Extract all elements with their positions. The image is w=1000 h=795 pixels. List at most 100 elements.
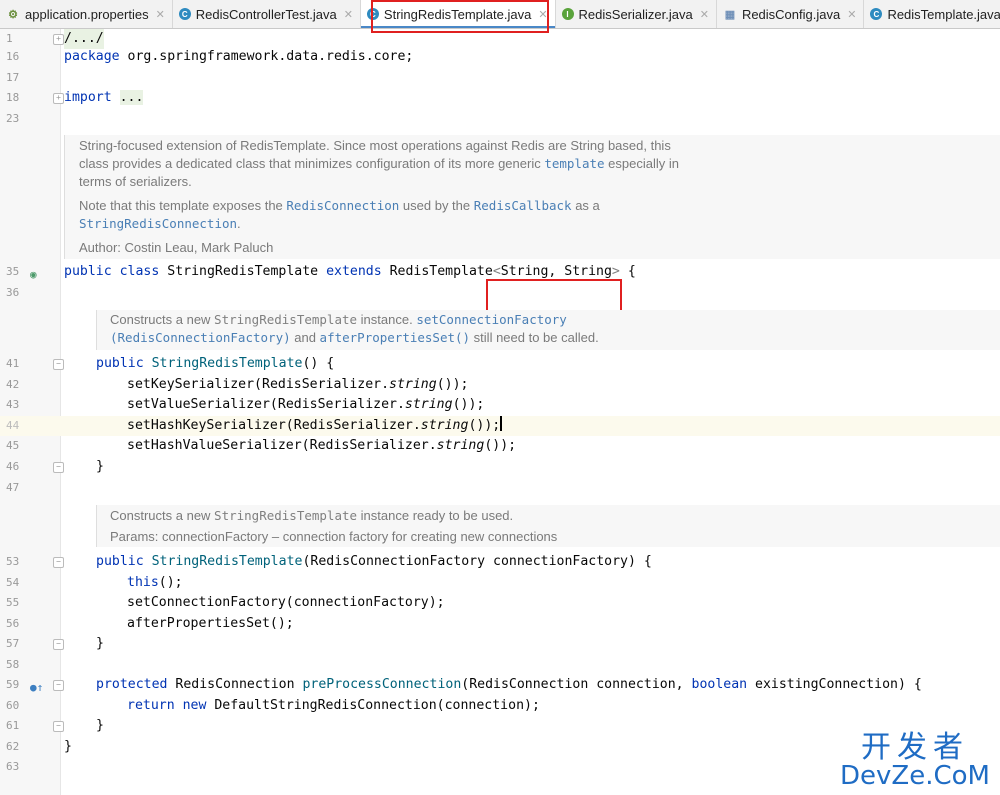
fold-toggle-icon[interactable]: − <box>53 359 64 370</box>
tab-redisconfig[interactable]: ▦ RedisConfig.java ✕ <box>717 0 865 28</box>
code-line: 47 <box>0 478 1000 498</box>
line-number: 17 <box>6 71 20 84</box>
code-line: 43 setValueSerializer(RedisSerializer.st… <box>0 395 1000 415</box>
code-text: package org.springframework.data.redis.c… <box>64 49 414 64</box>
line-number: 59 <box>6 678 20 691</box>
fold-toggle-icon[interactable]: − <box>53 639 64 650</box>
code-line: 53 − public StringRedisTemplate(RedisCon… <box>0 552 1000 572</box>
config-file-icon: ▦ <box>724 8 736 21</box>
code-line: 18 + import ... <box>0 88 1000 108</box>
close-icon[interactable]: ✕ <box>344 8 353 21</box>
fold-toggle-icon[interactable]: + <box>53 93 64 104</box>
code-line: 57 − } <box>0 634 1000 654</box>
code-line: 59 ●↑ − protected RedisConnection prePro… <box>0 675 1000 695</box>
doc-text: Constructs a new StringRedisTemplate ins… <box>110 508 514 523</box>
implementation-icon[interactable]: ◉ <box>30 265 37 285</box>
line-number: 44 <box>6 419 20 432</box>
doc-link[interactable]: template <box>544 156 604 171</box>
folded-region[interactable]: ... <box>119 90 144 105</box>
line-number: 55 <box>6 596 20 609</box>
fold-toggle-icon[interactable]: − <box>53 462 64 473</box>
doc-text: class provides a dedicated class that mi… <box>79 156 679 171</box>
code-text: } <box>96 636 104 651</box>
doc-text: StringRedisConnection. <box>79 216 241 231</box>
line-number: 45 <box>6 439 20 452</box>
doc-params: Params: connectionFactory – connection f… <box>110 529 558 544</box>
code-line: 60 return new DefaultStringRedisConnecti… <box>0 696 1000 716</box>
line-number: 36 <box>6 286 20 299</box>
code-line: 55 setConnectionFactory(connectionFactor… <box>0 593 1000 613</box>
tab-redisserializer[interactable]: I RedisSerializer.java ✕ <box>556 0 717 28</box>
code-editor[interactable]: 1 + /.../ 16 package org.springframework… <box>0 29 1000 795</box>
line-number: 35 <box>6 265 20 278</box>
tab-label: RedisControllerTest.java <box>195 6 337 22</box>
code-line: 23 <box>0 109 1000 129</box>
code-text: this(); <box>127 575 183 590</box>
fold-toggle-icon[interactable]: − <box>53 721 64 732</box>
code-line: 1 + /.../ <box>0 29 1000 49</box>
line-number: 53 <box>6 555 20 568</box>
tab-label: RedisTemplate.java <box>887 6 1000 22</box>
override-icon[interactable]: ●↑ <box>30 678 43 698</box>
line-number: 63 <box>6 760 20 773</box>
doc-text: (RedisConnectionFactory) and afterProper… <box>110 330 599 345</box>
fold-toggle-icon[interactable]: + <box>53 34 64 45</box>
line-number: 23 <box>6 112 20 125</box>
doc-link[interactable]: afterPropertiesSet() <box>320 330 471 345</box>
code-text: setHashKeySerializer(RedisSerializer.str… <box>127 416 503 433</box>
code-line: 36 <box>0 283 1000 303</box>
close-icon[interactable]: ✕ <box>156 8 165 21</box>
doc-text: Constructs a new StringRedisTemplate ins… <box>110 312 567 327</box>
doc-text: String-focused extension of RedisTemplat… <box>79 138 671 153</box>
code-text: return new DefaultStringRedisConnection(… <box>127 698 540 713</box>
code-line: 41 − public StringRedisTemplate() { <box>0 354 1000 374</box>
doc-link[interactable]: StringRedisConnection <box>79 216 237 231</box>
code-text: public StringRedisTemplate() { <box>96 356 335 371</box>
line-number: 57 <box>6 637 20 650</box>
fold-toggle-icon[interactable]: − <box>53 680 64 691</box>
line-number: 41 <box>6 357 20 370</box>
tab-application-properties[interactable]: ⚙ application.properties ✕ <box>0 0 173 28</box>
code-line: 54 this(); <box>0 573 1000 593</box>
code-text: } <box>96 459 104 474</box>
tab-label: RedisSerializer.java <box>578 6 693 22</box>
code-line: 56 afterPropertiesSet(); <box>0 614 1000 634</box>
tab-rediscontrollertest[interactable]: C RedisControllerTest.java ✕ <box>173 0 361 28</box>
code-text: setHashValueSerializer(RedisSerializer.s… <box>127 438 517 453</box>
interface-icon: I <box>561 8 574 20</box>
doc-text: terms of serializers. <box>79 174 192 189</box>
javadoc-constructor: Constructs a new StringRedisTemplate ins… <box>96 505 1000 547</box>
code-text: import ... <box>64 90 144 105</box>
code-text: protected RedisConnection preProcessConn… <box>96 677 922 692</box>
line-number: 47 <box>6 481 20 494</box>
tab-redistemplate[interactable]: C RedisTemplate.java <box>864 0 1000 28</box>
line-number: 54 <box>6 576 20 589</box>
line-number: 61 <box>6 719 20 732</box>
folded-region[interactable]: /.../ <box>64 29 104 49</box>
code-text: afterPropertiesSet(); <box>127 616 294 631</box>
properties-file-icon: ⚙ <box>8 8 18 21</box>
doc-link[interactable]: (RedisConnectionFactory) <box>110 330 291 345</box>
doc-author: Author: Costin Leau, Mark Paluch <box>79 240 274 255</box>
close-icon[interactable]: ✕ <box>847 8 856 21</box>
doc-link[interactable]: setConnectionFactory <box>416 312 567 327</box>
doc-text: Note that this template exposes the Redi… <box>79 198 600 213</box>
fold-toggle-icon[interactable]: − <box>53 557 64 568</box>
line-number: 16 <box>6 50 20 63</box>
class-icon: C <box>178 8 191 20</box>
close-icon[interactable]: ✕ <box>700 8 709 21</box>
line-number: 60 <box>6 699 20 712</box>
line-number: 58 <box>6 658 20 671</box>
doc-link[interactable]: RedisConnection <box>286 198 399 213</box>
code-text: public StringRedisTemplate(RedisConnecti… <box>96 554 652 569</box>
line-number: 42 <box>6 378 20 391</box>
code-line: 58 <box>0 655 1000 675</box>
javadoc-constructor: Constructs a new StringRedisTemplate ins… <box>96 310 1000 350</box>
doc-link[interactable]: RedisCallback <box>474 198 572 213</box>
code-text: setConnectionFactory(connectionFactory); <box>127 595 445 610</box>
line-number: 56 <box>6 617 20 630</box>
text-caret <box>500 416 503 431</box>
site-watermark-logo: 开发者 DevZe.CoM <box>840 730 990 791</box>
code-text: setValueSerializer(RedisSerializer.strin… <box>127 397 485 412</box>
line-number: 18 <box>6 91 20 104</box>
